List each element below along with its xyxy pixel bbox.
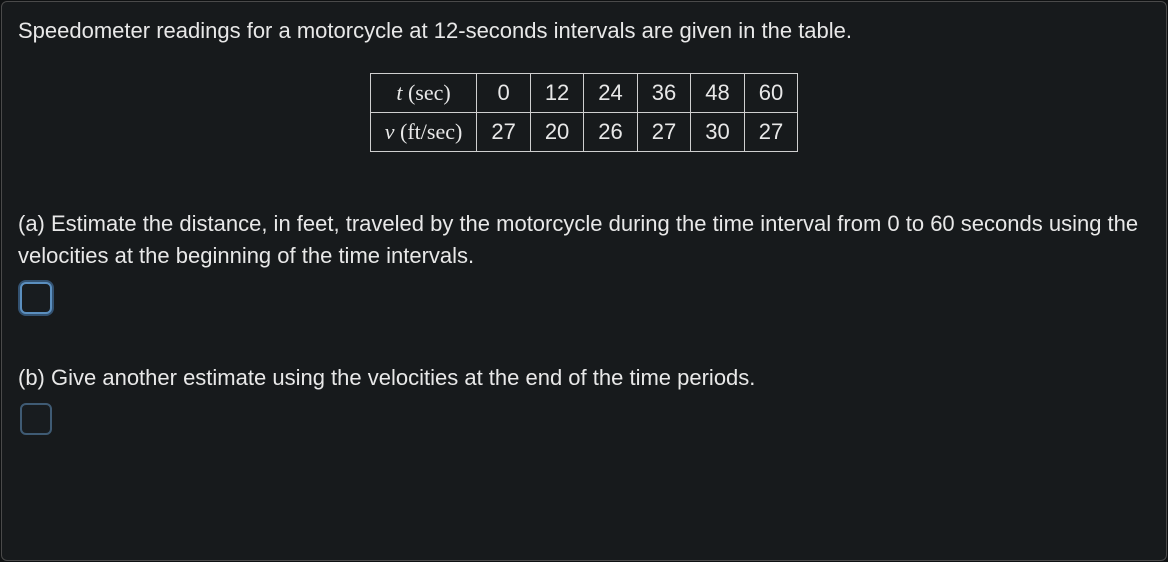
t-unit: sec — [415, 80, 443, 105]
problem-intro: Speedometer readings for a motorcycle at… — [18, 16, 1150, 47]
t-unit-close: ) — [443, 80, 450, 105]
data-table-wrap: t (sec) 0 12 24 36 48 60 v (ft/sec) 27 2… — [18, 73, 1150, 152]
row-header-t: t (sec) — [370, 73, 477, 112]
part-a-answer-input[interactable] — [20, 282, 52, 314]
spacer — [18, 314, 1150, 354]
v-cell-5: 27 — [744, 112, 797, 151]
table-row: t (sec) 0 12 24 36 48 60 — [370, 73, 797, 112]
t-cell-0: 0 — [477, 73, 530, 112]
t-cell-5: 60 — [744, 73, 797, 112]
v-cell-1: 20 — [530, 112, 583, 151]
v-variable: v — [385, 119, 395, 144]
v-unit: ft/sec — [407, 119, 455, 144]
part-b-text: (b) Give another estimate using the velo… — [18, 362, 1150, 394]
part-a-text: (a) Estimate the distance, in feet, trav… — [18, 208, 1150, 272]
t-cell-2: 24 — [584, 73, 637, 112]
v-cell-3: 27 — [637, 112, 690, 151]
t-cell-4: 48 — [691, 73, 744, 112]
v-unit-close: ) — [455, 119, 462, 144]
v-cell-4: 30 — [691, 112, 744, 151]
problem-panel: Speedometer readings for a motorcycle at… — [1, 1, 1167, 561]
t-cell-1: 12 — [530, 73, 583, 112]
v-cell-0: 27 — [477, 112, 530, 151]
t-unit-open: ( — [402, 80, 415, 105]
row-header-v: v (ft/sec) — [370, 112, 477, 151]
data-table: t (sec) 0 12 24 36 48 60 v (ft/sec) 27 2… — [370, 73, 798, 152]
part-b-answer-input[interactable] — [20, 403, 52, 435]
v-cell-2: 26 — [584, 112, 637, 151]
t-cell-3: 36 — [637, 73, 690, 112]
table-row: v (ft/sec) 27 20 26 27 30 27 — [370, 112, 797, 151]
v-unit-open: ( — [395, 119, 408, 144]
